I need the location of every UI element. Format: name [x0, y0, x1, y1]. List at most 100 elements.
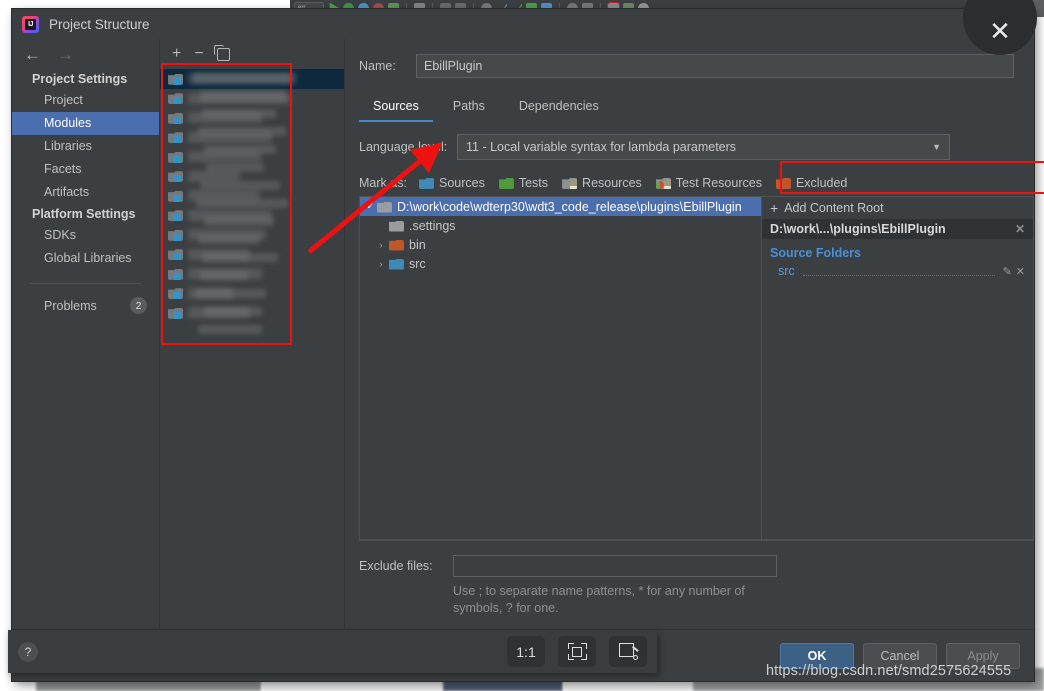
sidebar-item-libraries[interactable]: Libraries [12, 135, 159, 158]
mark-as-excluded-button[interactable]: Excluded [776, 176, 847, 190]
close-icon[interactable]: ✕ [989, 18, 1011, 44]
module-list-item[interactable] [160, 264, 344, 284]
exclude-files-section: Exclude files: Use ; to separate name pa… [359, 540, 1034, 629]
exclude-files-row: Exclude files: [359, 555, 1034, 577]
screenshot-root: err Use ; to separate name patterns, * f… [0, 0, 1044, 691]
module-folder-icon [168, 248, 183, 261]
language-level-row: Language level: 11 - Local variable synt… [359, 134, 950, 160]
mark-as-resources-button[interactable]: Resources [562, 176, 642, 190]
language-level-label: Language level: [359, 140, 448, 154]
dotted-separator [802, 266, 995, 276]
watermark: https://blog.csdn.net/smd2575624555 [766, 663, 1012, 679]
tree-row[interactable]: .settings [360, 216, 761, 235]
tree-row[interactable]: › bin [360, 235, 761, 254]
module-folder-icon [168, 307, 183, 319]
module-folder-icon [168, 287, 183, 300]
sidebar-item-global-libraries[interactable]: Global Libraries [12, 247, 159, 270]
mark-as-tests-button[interactable]: Tests [499, 176, 548, 190]
chevron-right-icon[interactable]: › [373, 240, 389, 250]
censor-blur [196, 199, 288, 208]
close-icon[interactable]: ✕ [1015, 222, 1025, 236]
module-folder-icon [168, 268, 183, 280]
censor-blur [198, 235, 260, 244]
folder-sources-icon [389, 258, 404, 270]
arrow-right-icon[interactable]: → [57, 46, 74, 63]
censor-blur [200, 271, 248, 280]
module-folder-icon [168, 131, 183, 144]
sidebar-item-problems-label: Problems [44, 298, 97, 313]
remove-module-button[interactable]: − [194, 46, 203, 62]
modules-panel: + − [160, 39, 345, 629]
intellij-idea-logo-icon [22, 15, 39, 33]
checkbox-checked-icon[interactable]: ✓ [364, 201, 377, 212]
add-module-button[interactable]: + [172, 46, 181, 62]
sidebar-item-project[interactable]: Project [12, 89, 159, 112]
tab-sources[interactable]: Sources [359, 94, 433, 122]
sidebar-item-modules[interactable]: Modules [12, 112, 159, 135]
censor-blur [202, 253, 278, 262]
censor-blur [198, 325, 262, 334]
exclude-files-input[interactable] [453, 555, 777, 577]
add-content-root-label: Add Content Root [784, 201, 884, 215]
add-content-root-button[interactable]: + Add Content Root [762, 197, 1033, 219]
tree-row-label: D:\work\code\wdterp30\wdt3_code_release\… [397, 199, 742, 214]
question-mark-icon[interactable]: ? [18, 641, 38, 662]
module-folder-icon [168, 170, 183, 183]
mark-as-test-resources-label: Test Resources [675, 176, 762, 190]
modules-list[interactable] [160, 69, 344, 629]
censor-blur [196, 289, 266, 298]
modules-toolbar: + − [160, 39, 344, 69]
module-folder-icon [168, 209, 183, 222]
censor-blur [200, 181, 280, 190]
sidebar-group-platform-settings: Platform Settings [32, 207, 136, 221]
crop-screenshot-icon[interactable] [609, 636, 647, 667]
pencil-icon[interactable]: ✎ [1003, 265, 1012, 278]
mark-as-sources-button[interactable]: Sources [419, 176, 485, 190]
crop-glyph [618, 643, 639, 660]
module-folder-icon [168, 151, 183, 163]
content-root-tree[interactable]: ✓ D:\work\code\wdterp30\wdt3_code_releas… [359, 196, 761, 540]
content-root-path: D:\work\...\plugins\EbillPlugin [770, 222, 946, 236]
language-level-select[interactable]: 11 - Local variable syntax for lambda pa… [457, 134, 950, 160]
folder-excluded-icon [389, 239, 404, 251]
module-name-label: Name: [359, 59, 396, 73]
folder-sources-icon [419, 177, 434, 189]
sidebar-item-sdks[interactable]: SDKs [12, 224, 159, 247]
arrow-left-icon[interactable]: ← [24, 46, 41, 63]
censor-blur [204, 217, 274, 226]
sidebar-item-problems[interactable]: Problems 2 [12, 294, 159, 317]
screenshot-toolbar: ? 1:1 [8, 630, 657, 673]
tab-dependencies[interactable]: Dependencies [505, 94, 613, 122]
project-structure-dialog: Project Structure ← → Project Settings P… [12, 0, 1044, 681]
copy-module-icon[interactable] [213, 44, 230, 61]
mark-as-sources-label: Sources [439, 176, 485, 190]
content-roots-panel: + Add Content Root D:\work\...\plugins\E… [761, 196, 1034, 540]
content-root-item[interactable]: D:\work\...\plugins\EbillPlugin ✕ [762, 219, 1033, 239]
censor-blur [194, 73, 290, 83]
chevron-right-icon[interactable]: › [373, 259, 389, 269]
censor-blur [204, 145, 276, 154]
exclude-files-hint: Use ; to separate name patterns, * for a… [453, 584, 745, 615]
censor-blur [206, 163, 264, 172]
zoom-ratio-button[interactable]: 1:1 [507, 636, 545, 667]
folder-excluded-icon [776, 177, 791, 189]
module-name-row: Name: EbillPlugin [359, 54, 1014, 78]
sidebar-item-facets[interactable]: Facets [12, 158, 159, 181]
sidebar-divider [30, 283, 141, 284]
sidebar-nav: ← → [12, 39, 159, 69]
tab-paths[interactable]: Paths [439, 94, 499, 122]
mark-as-excluded-label: Excluded [795, 176, 848, 190]
fit-screen-icon[interactable] [558, 636, 596, 667]
module-folder-icon [168, 229, 183, 241]
problems-count-badge: 2 [130, 297, 147, 314]
sidebar-item-artifacts[interactable]: Artifacts [12, 181, 159, 204]
tree-row[interactable]: › src [360, 254, 761, 273]
tree-row[interactable]: ✓ D:\work\code\wdterp30\wdt3_code_releas… [360, 197, 761, 216]
mark-as-test-resources-button[interactable]: Test Resources [655, 176, 762, 190]
source-folder-row[interactable]: src ✎ ✕ [762, 262, 1033, 280]
module-name-input[interactable]: EbillPlugin [416, 54, 1014, 78]
plus-icon: + [770, 200, 779, 216]
settings-sidebar: ← → Project Settings Project Modules Lib… [12, 39, 160, 629]
sources-area: ✓ D:\work\code\wdterp30\wdt3_code_releas… [345, 196, 1034, 540]
close-icon[interactable]: ✕ [1016, 265, 1025, 278]
